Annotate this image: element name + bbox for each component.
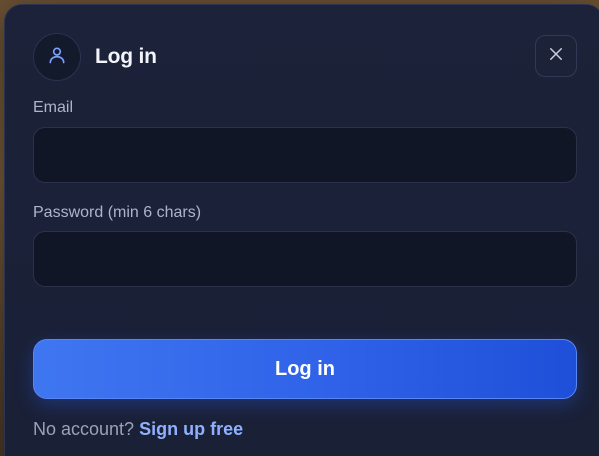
password-field[interactable]: [33, 231, 577, 287]
login-button[interactable]: Log in: [33, 339, 577, 399]
close-icon: [547, 45, 565, 68]
dialog-title: Log in: [95, 45, 157, 68]
password-label: Password (min 6 chars): [33, 204, 202, 221]
dialog-header: Log in: [33, 33, 157, 81]
close-button[interactable]: [535, 35, 577, 77]
user-icon: [47, 45, 67, 70]
avatar: [33, 33, 81, 81]
signup-prompt: No account? Sign up free: [33, 419, 243, 440]
no-account-text: No account?: [33, 419, 135, 439]
signup-link[interactable]: Sign up free: [139, 419, 243, 439]
email-field[interactable]: [33, 127, 577, 183]
email-label: Email: [33, 99, 74, 116]
login-dialog: Log in Email Password (min 6 chars) Log …: [4, 4, 599, 456]
